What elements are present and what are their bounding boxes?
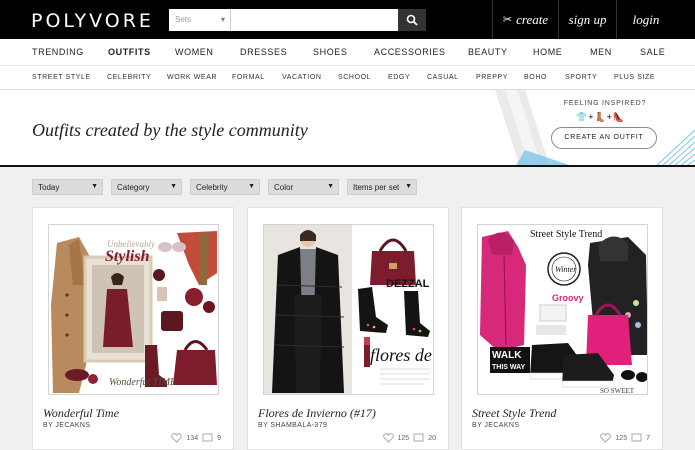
chevron-down-icon: ▼ [327, 183, 334, 190]
outfit-stats: 125 20 [382, 433, 436, 443]
overlay-caption-top: Street Style Trend [530, 229, 602, 240]
comments-count: 9 [217, 434, 221, 442]
filter-color-label: Color [274, 183, 294, 192]
subnav-item-casual[interactable]: CASUAL [427, 74, 459, 81]
chevron-down-icon: ▾ [220, 15, 225, 24]
inspired-label: FEELING INSPIRED? [563, 100, 647, 107]
subnav-item-preppy[interactable]: PREPPY [476, 74, 508, 81]
comment-icon[interactable] [202, 433, 213, 443]
nav-item-sale[interactable]: SALE [640, 47, 665, 57]
search-input[interactable] [231, 9, 398, 31]
logo[interactable]: POLYVORE [31, 10, 154, 32]
nav-item-dresses[interactable]: DRESSES [240, 47, 287, 57]
outfit-card[interactable]: DEZZAL flores de invierno Flores de Invi… [247, 207, 449, 450]
filter-category-select[interactable]: Category ▼ [111, 179, 182, 195]
outfit-author[interactable]: BY JECAKNS [43, 422, 90, 429]
comments-count: 20 [428, 434, 436, 442]
search-type-label: Sets [175, 15, 192, 24]
search-button[interactable] [398, 9, 426, 31]
outfit-card[interactable]: Street Style Trend Winter Groovy WALK TH… [461, 207, 663, 450]
overlay-brand: Groovy [552, 293, 584, 303]
nav-item-outfits[interactable]: OUTFITS [108, 47, 151, 57]
nav-item-women[interactable]: WOMEN [175, 47, 214, 57]
hero-banner: Outfits created by the style community F… [0, 90, 695, 167]
subnav-item-celebrity[interactable]: CELEBRITY [107, 74, 151, 81]
filter-celebrity-label: Celebrity [196, 183, 228, 192]
nav-item-men[interactable]: MEN [590, 47, 612, 57]
outfit-stats: 125 7 [600, 433, 650, 443]
subnav-item-street-style[interactable]: STREET STYLE [32, 74, 91, 81]
outfit-image[interactable]: Street Style Trend Winter Groovy WALK TH… [477, 224, 648, 395]
overlay-brand: DEZZAL [386, 278, 430, 290]
overlay-walk-text: WALK [492, 350, 522, 361]
likes-count: 134 [186, 434, 199, 442]
filter-time-label: Today [38, 183, 60, 192]
filter-time-select[interactable]: Today ▼ [32, 179, 103, 195]
filter-items-per-set-label: Items per set [353, 183, 400, 192]
outfit-author[interactable]: BY SHAMBALA-379 [258, 422, 327, 429]
heart-icon[interactable] [600, 433, 612, 443]
subnav-item-sporty[interactable]: SPORTY [565, 74, 597, 81]
overlay-badge: Winter [555, 265, 577, 274]
create-label: create [516, 11, 549, 27]
login-button[interactable]: login [616, 0, 675, 39]
overlay-this-way-text: THIS WAY [492, 364, 526, 371]
create-outfit-button[interactable]: CREATE AN OUTFIT [551, 127, 657, 149]
comments-count: 7 [646, 434, 650, 442]
chevron-down-icon: ▼ [170, 183, 177, 190]
nav-item-shoes[interactable]: SHOES [313, 47, 348, 57]
heart-icon[interactable] [382, 433, 394, 443]
sub-nav: STREET STYLE CELEBRITY WORK WEAR FORMAL … [0, 66, 695, 90]
filter-color-select[interactable]: Color ▼ [268, 179, 339, 195]
nav-item-trending[interactable]: TRENDING [32, 47, 84, 57]
overlay-sweet-text: SO SWEET [600, 387, 635, 395]
search-type-select[interactable]: Sets ▾ [169, 9, 231, 31]
subnav-item-school[interactable]: SCHOOL [338, 74, 371, 81]
outfit-card[interactable]: Unbelievably Stylish Wonderful TIME Wond… [32, 207, 234, 450]
chevron-down-icon: ▼ [248, 183, 255, 190]
filter-celebrity-select[interactable]: Celebrity ▼ [190, 179, 260, 195]
outfit-author[interactable]: BY JECAKNS [472, 422, 519, 429]
heart-icon[interactable] [171, 433, 183, 443]
main-nav: TRENDING OUTFITS WOMEN DRESSES SHOES ACC… [0, 39, 695, 66]
search-icon [406, 14, 418, 26]
overlay-caption-main: flores de invierno [370, 345, 434, 365]
filter-items-per-set-select[interactable]: Items per set ▼ [347, 179, 417, 195]
overlay-caption-main: Stylish [105, 248, 150, 265]
chevron-down-icon: ▼ [91, 183, 98, 190]
comment-icon[interactable] [413, 433, 424, 443]
outfit-stats: 134 9 [171, 433, 221, 443]
nav-item-home[interactable]: HOME [533, 47, 562, 57]
outfit-title[interactable]: Flores de Invierno (#17) [258, 406, 376, 421]
sign-up-label: sign up [568, 11, 607, 27]
subnav-item-edgy[interactable]: EDGY [388, 74, 410, 81]
outfit-title[interactable]: Street Style Trend [472, 406, 556, 421]
subnav-item-boho[interactable]: BOHO [524, 74, 547, 81]
overlay-caption-bottom: Wonderful TIME [109, 377, 176, 388]
subnav-item-formal[interactable]: FORMAL [232, 74, 265, 81]
filter-category-label: Category [117, 183, 150, 192]
page-title: Outfits created by the style community [32, 120, 308, 140]
likes-count: 125 [615, 434, 628, 442]
top-actions: ✂ create sign up login [492, 0, 675, 39]
chevron-down-icon: ▼ [405, 183, 412, 190]
login-label: login [632, 11, 660, 27]
outfit-image[interactable]: Unbelievably Stylish Wonderful TIME [48, 224, 219, 395]
subnav-item-plus-size[interactable]: PLUS SIZE [614, 74, 655, 81]
subnav-item-work-wear[interactable]: WORK WEAR [167, 74, 217, 81]
comment-icon[interactable] [631, 433, 642, 443]
outfit-items-icon: 👕+👢+👠 [576, 112, 626, 122]
create-button[interactable]: ✂ create [492, 0, 558, 39]
outfit-image[interactable]: DEZZAL flores de invierno [263, 224, 434, 395]
subnav-item-vacation[interactable]: VACATION [282, 74, 322, 81]
create-icon: ✂ [502, 14, 513, 26]
outfit-title[interactable]: Wonderful Time [43, 406, 119, 421]
nav-item-beauty[interactable]: BEAUTY [468, 47, 508, 57]
nav-item-accessories[interactable]: ACCESSORIES [374, 47, 446, 57]
sign-up-button[interactable]: sign up [558, 0, 616, 39]
likes-count: 125 [397, 434, 410, 442]
top-bar: POLYVORE Sets ▾ ✂ create sign up login [0, 0, 695, 39]
